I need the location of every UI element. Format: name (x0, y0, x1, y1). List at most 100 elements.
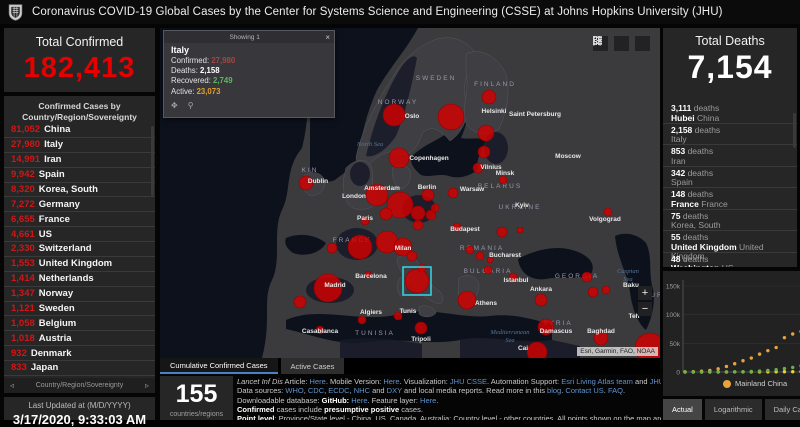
confirmed-row[interactable]: 81,052China (4, 123, 155, 138)
confirmed-row[interactable]: 1,347Norway (4, 287, 155, 302)
pager-left-icon[interactable]: ◃ (10, 381, 14, 390)
footer-text: . Automation Support: (487, 377, 561, 386)
case-bubble[interactable] (478, 125, 494, 141)
magnifier-icon[interactable]: ⚲ (188, 101, 194, 110)
footer-text: presumptive positive (324, 405, 399, 414)
case-bubble[interactable] (478, 146, 490, 158)
confirmed-row[interactable]: 1,553United Kingdom (4, 257, 155, 272)
footer-link[interactable]: NHC (354, 386, 370, 395)
deaths-row[interactable]: 853 deathsIran (663, 145, 797, 167)
case-bubble[interactable] (431, 204, 439, 212)
basemap-grid-icon[interactable] (635, 36, 650, 51)
confirmed-row[interactable]: 1,121Sweden (4, 302, 155, 317)
deaths-row[interactable]: 3,111 deathsHubei China (663, 102, 797, 124)
case-bubble[interactable] (602, 286, 610, 294)
confirmed-row[interactable]: 14,991Iran (4, 153, 155, 168)
deaths-row[interactable]: 2,158 deathsItaly (663, 124, 797, 146)
footer-link[interactable]: FAQ (608, 386, 623, 395)
case-bubble[interactable] (517, 227, 523, 233)
confirmed-list-scrollbar[interactable] (151, 126, 154, 196)
case-bubble[interactable] (535, 294, 547, 306)
case-bubble[interactable] (497, 227, 507, 237)
legend-item[interactable]: Mainland China (723, 379, 787, 388)
footer-link[interactable]: Esri Living Atlas team (561, 377, 633, 386)
case-bubble[interactable] (582, 272, 592, 282)
confirmed-row[interactable]: 1,414Netherlands (4, 272, 155, 287)
case-bubble[interactable] (418, 264, 426, 272)
case-bubble[interactable] (484, 266, 492, 274)
case-bubble[interactable] (327, 243, 337, 253)
case-bubble[interactable] (458, 291, 476, 309)
case-bubble[interactable] (588, 287, 598, 297)
chart-tab-logarithmic[interactable]: Logarithmic (705, 399, 762, 420)
map-zoom-controls: + − (638, 286, 652, 316)
zoom-to-icon[interactable]: ✥ (171, 101, 178, 110)
map-tab-active-cases[interactable]: Active Cases (281, 358, 345, 374)
case-bubble[interactable] (358, 316, 366, 324)
deaths-row[interactable]: 342 deathsSpain (663, 167, 797, 189)
popup-close-icon[interactable]: × (325, 33, 330, 42)
case-bubble[interactable] (415, 322, 427, 334)
confirmed-row[interactable]: 2,330Switzerland (4, 242, 155, 257)
case-bubble[interactable] (405, 269, 429, 293)
deaths-row[interactable]: 48 deathsWashington US (663, 253, 797, 268)
zoom-in-button[interactable]: + (638, 286, 652, 300)
zoom-out-button[interactable]: − (638, 302, 652, 316)
case-bubble[interactable] (413, 220, 423, 230)
footer-link[interactable]: Here (383, 377, 399, 386)
case-bubble[interactable] (476, 252, 484, 260)
map-tab-cumulative-confirmed-cases[interactable]: Cumulative Confirmed Cases (160, 358, 278, 374)
legend-list-icon[interactable] (614, 36, 629, 51)
footer-link[interactable]: Contact US (565, 386, 603, 395)
deaths-row[interactable]: 148 deathsFrance France (663, 188, 797, 210)
case-bubble[interactable] (407, 251, 417, 261)
deaths-row[interactable]: 75 deathsKorea, South (663, 210, 797, 232)
footer-link[interactable]: Here (420, 396, 436, 405)
country-count-panel: 155 countries/regions (160, 376, 233, 420)
case-bubble[interactable] (604, 208, 612, 216)
case-bubble[interactable] (448, 188, 458, 198)
case-bubble[interactable] (348, 235, 372, 259)
confirmed-row[interactable]: 27,980Italy (4, 138, 155, 153)
case-bubble[interactable] (438, 104, 464, 130)
confirmed-row[interactable]: 1,058Belgium (4, 316, 155, 331)
world-map[interactable]: NORWAYSWEDENFINLANDBELARUSUKRAINEROMANIA… (160, 28, 660, 358)
footer-link[interactable]: JHU CSSE (450, 377, 487, 386)
footer-link[interactable]: JHU APL (650, 377, 661, 386)
case-bubble[interactable] (482, 90, 496, 104)
case-bubble[interactable] (389, 148, 409, 168)
footer-link[interactable]: Here (310, 377, 326, 386)
deaths-row[interactable]: 55 deathsUnited Kingdom United Kingdom (663, 231, 797, 253)
svg-text:50k: 50k (670, 341, 681, 348)
total-confirmed-label: Total Confirmed (4, 28, 155, 49)
case-bubble[interactable] (411, 206, 425, 220)
chart-tab-actual[interactable]: Actual (663, 399, 702, 420)
footer-link[interactable]: Here (351, 396, 367, 405)
case-bubble[interactable] (499, 176, 507, 184)
confirmed-row[interactable]: 833Japan (4, 361, 155, 376)
case-bubble[interactable] (466, 246, 474, 254)
svg-text:BELARUS: BELARUS (478, 183, 522, 190)
footer-link[interactable]: blog (547, 386, 561, 395)
footer-link[interactable]: WHO (285, 386, 303, 395)
footer-link[interactable]: ECDC (328, 386, 349, 395)
svg-text:Tunis: Tunis (400, 308, 417, 315)
case-bubble[interactable] (294, 296, 306, 308)
svg-text:Madrid: Madrid (324, 282, 345, 289)
case-bubble[interactable] (380, 208, 392, 220)
confirmed-row[interactable]: 6,655France (4, 212, 155, 227)
map-tab-bar: Cumulative Confirmed CasesActive Cases (160, 358, 660, 374)
pager-right-icon[interactable]: ▹ (145, 381, 149, 390)
confirmed-row[interactable]: 4,661US (4, 227, 155, 242)
confirmed-row[interactable]: 9,942Spain (4, 168, 155, 183)
confirmed-row[interactable]: 8,320Korea, South (4, 183, 155, 198)
footer-link[interactable]: CDC (308, 386, 324, 395)
svg-text:Milan: Milan (395, 245, 412, 252)
confirmed-row[interactable]: 932Denmark (4, 346, 155, 361)
confirmed-row[interactable]: 1,018Austria (4, 331, 155, 346)
confirmed-row[interactable]: 7,272Germany (4, 197, 155, 212)
footer-link[interactable]: DXY (387, 386, 402, 395)
deaths-list-scrollbar[interactable] (793, 113, 796, 148)
chart-tab-daily-cases[interactable]: Daily Cases (765, 399, 800, 420)
case-bubble[interactable] (383, 104, 405, 126)
